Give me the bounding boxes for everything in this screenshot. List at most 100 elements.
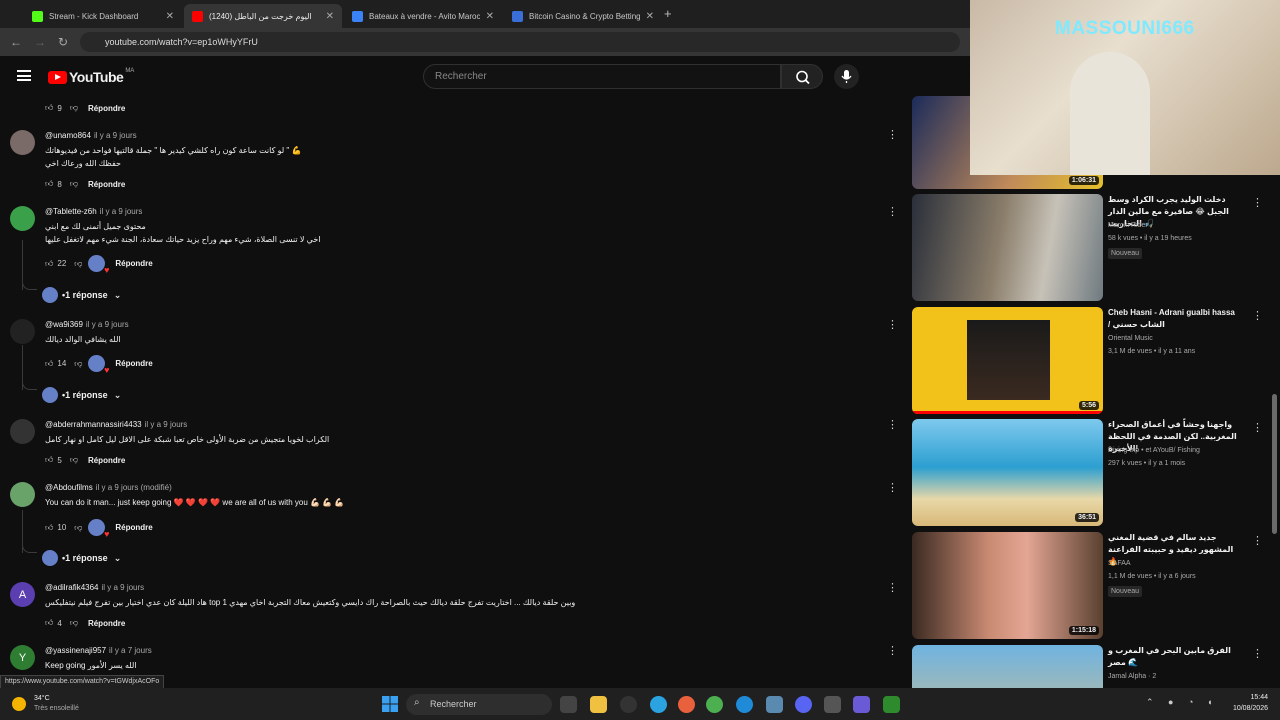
- browser-icon[interactable]: [678, 696, 695, 713]
- reply-button[interactable]: Répondre: [88, 619, 125, 628]
- dislike-icon[interactable]: 👎︎: [70, 618, 78, 628]
- chrome-icon[interactable]: [706, 696, 723, 713]
- windows-start-icon[interactable]: [382, 696, 398, 712]
- replies-toggle[interactable]: • 1 réponse ⌄: [42, 550, 121, 566]
- avatar[interactable]: Y: [10, 645, 35, 670]
- replies-toggle[interactable]: • 1 réponse ⌄: [42, 287, 121, 303]
- avatar[interactable]: A: [10, 582, 35, 607]
- new-tab-button[interactable]: +: [664, 6, 672, 21]
- more-options-icon[interactable]: ⋮: [887, 205, 898, 218]
- close-icon[interactable]: ✕: [486, 11, 494, 22]
- chevron-up-icon[interactable]: ⌃: [1146, 697, 1154, 708]
- close-icon[interactable]: ✕: [326, 11, 334, 22]
- network-icon[interactable]: ◔: [1188, 697, 1193, 707]
- video-title[interactable]: الفرق مابين البحر في المغرب و مصر 🌊: [1108, 645, 1238, 669]
- avatar[interactable]: [10, 419, 35, 444]
- video-channel[interactable]: Maroki Rider: [1108, 222, 1148, 229]
- video-card[interactable]: الفرق مابين البحر في المغرب و مصر 🌊 Jama…: [912, 645, 1272, 688]
- youtube-logo[interactable]: YouTube MA: [48, 68, 134, 85]
- like-icon[interactable]: 👍︎: [45, 455, 53, 465]
- avatar[interactable]: [10, 482, 35, 507]
- dislike-icon[interactable]: 👎︎: [74, 359, 82, 369]
- comment-author[interactable]: @Abdoufilms il y a 9 jours (modifié): [45, 483, 172, 492]
- like-icon[interactable]: 👍︎: [45, 259, 53, 269]
- url-field[interactable]: youtube.com/watch?v=ep1oWHyYFrU: [80, 32, 960, 52]
- tab-youtube[interactable]: (1240) اليوم خرجت من الباطل ✕: [184, 4, 342, 28]
- video-thumbnail[interactable]: [912, 645, 1103, 688]
- more-options-icon[interactable]: ⋮: [1252, 196, 1263, 209]
- app-icon[interactable]: [620, 696, 637, 713]
- like-icon[interactable]: 👍︎: [45, 179, 53, 189]
- avatar[interactable]: [10, 206, 35, 231]
- menu-icon[interactable]: [17, 70, 31, 81]
- dislike-icon[interactable]: 👎︎: [70, 103, 78, 113]
- back-icon[interactable]: ←: [10, 35, 22, 49]
- like-icon[interactable]: 👍︎: [45, 103, 53, 113]
- comment-author[interactable]: @Tablette-z6h il y a 9 jours: [45, 207, 142, 216]
- tab-avito[interactable]: Bateaux à vendre - Avito Maroc ✕: [344, 4, 502, 28]
- volume-icon[interactable]: ◖: [1207, 697, 1212, 707]
- taskbar-search[interactable]: ⌕ Rechercher: [406, 694, 552, 715]
- more-options-icon[interactable]: ⋮: [1252, 309, 1263, 322]
- microphone-icon[interactable]: ●: [1168, 697, 1173, 707]
- reply-button[interactable]: Répondre: [115, 523, 152, 532]
- replies-toggle[interactable]: • 1 réponse ⌄: [42, 387, 121, 403]
- search-button[interactable]: [781, 64, 823, 89]
- weather-temp[interactable]: 34°C: [34, 695, 50, 702]
- reply-button[interactable]: Répondre: [115, 259, 152, 268]
- close-icon[interactable]: ✕: [646, 11, 654, 22]
- kick-app-icon[interactable]: [883, 696, 900, 713]
- snipping-tool-icon[interactable]: [824, 696, 841, 713]
- dislike-icon[interactable]: 👎︎: [70, 179, 78, 189]
- video-thumbnail[interactable]: 5:56: [912, 307, 1103, 414]
- avatar[interactable]: [10, 319, 35, 344]
- discord-icon[interactable]: [795, 696, 812, 713]
- like-icon[interactable]: 👍︎: [45, 523, 53, 533]
- video-thumbnail[interactable]: 36:51: [912, 419, 1103, 526]
- more-options-icon[interactable]: ⋮: [887, 581, 898, 594]
- edge-icon[interactable]: [736, 696, 753, 713]
- search-input[interactable]: Rechercher: [423, 64, 781, 89]
- telegram-icon[interactable]: [650, 696, 667, 713]
- video-card[interactable]: 36:51 واجهنا وحشاً في أعماق الصحراء المغ…: [912, 419, 1272, 529]
- like-icon[interactable]: 👍︎: [45, 618, 53, 628]
- video-card[interactable]: 1:15:18 جديد سالم في قضية المغني المشهور…: [912, 532, 1272, 642]
- reply-button[interactable]: Répondre: [88, 456, 125, 465]
- app-icon[interactable]: [766, 696, 783, 713]
- more-options-icon[interactable]: ⋮: [887, 128, 898, 141]
- reply-button[interactable]: Répondre: [88, 104, 125, 113]
- dislike-icon[interactable]: 👎︎: [74, 259, 82, 269]
- clock-date[interactable]: 10/08/2026: [1222, 705, 1268, 712]
- comment-author[interactable]: @unamo864 il y a 9 jours: [45, 131, 137, 140]
- comment-author[interactable]: @yassinenaji957 il y a 7 jours: [45, 646, 152, 655]
- avatar[interactable]: [10, 130, 35, 155]
- video-thumbnail[interactable]: [912, 194, 1103, 301]
- video-title[interactable]: Cheb Hasni - Adrani gualbi hassa / الشاب…: [1108, 307, 1238, 331]
- video-channel[interactable]: Oriental Music: [1108, 335, 1153, 342]
- more-options-icon[interactable]: ⋮: [887, 644, 898, 657]
- video-channel[interactable]: SAFAA: [1108, 560, 1131, 567]
- more-options-icon[interactable]: ⋮: [887, 481, 898, 494]
- dislike-icon[interactable]: 👎︎: [70, 455, 78, 465]
- video-card[interactable]: دخلت الوليد يجرب الكراد وسط الجبل 😂 صافي…: [912, 194, 1272, 304]
- close-icon[interactable]: ✕: [166, 11, 174, 22]
- more-options-icon[interactable]: ⋮: [1252, 647, 1263, 660]
- comment-author[interactable]: @abderrahmannassiri4433 il y a 9 jours: [45, 420, 187, 429]
- comment-author[interactable]: @wa9i369 il y a 9 jours: [45, 320, 129, 329]
- reply-button[interactable]: Répondre: [88, 180, 125, 189]
- task-view-icon[interactable]: [560, 696, 577, 713]
- video-thumbnail[interactable]: 1:15:18: [912, 532, 1103, 639]
- like-icon[interactable]: 👍︎: [45, 359, 53, 369]
- more-options-icon[interactable]: ⋮: [887, 418, 898, 431]
- comment-author[interactable]: @adilrafik4364 il y a 9 jours: [45, 583, 144, 592]
- dislike-icon[interactable]: 👎︎: [74, 523, 82, 533]
- tab-kick[interactable]: Stream - Kick Dashboard ✕: [24, 4, 182, 28]
- voice-search-button[interactable]: [834, 64, 859, 89]
- more-options-icon[interactable]: ⋮: [887, 318, 898, 331]
- tab-casino[interactable]: Bitcoin Casino & Crypto Betting ✕: [504, 4, 662, 28]
- clock-time[interactable]: 15:44: [1222, 694, 1268, 701]
- video-card[interactable]: 5:56 Cheb Hasni - Adrani gualbi hassa / …: [912, 307, 1272, 417]
- video-channel[interactable]: Diving trip • et AYouB/ Fishing: [1108, 447, 1200, 454]
- video-channel[interactable]: Jamal Alpha · 2: [1108, 673, 1156, 680]
- file-explorer-icon[interactable]: [590, 696, 607, 713]
